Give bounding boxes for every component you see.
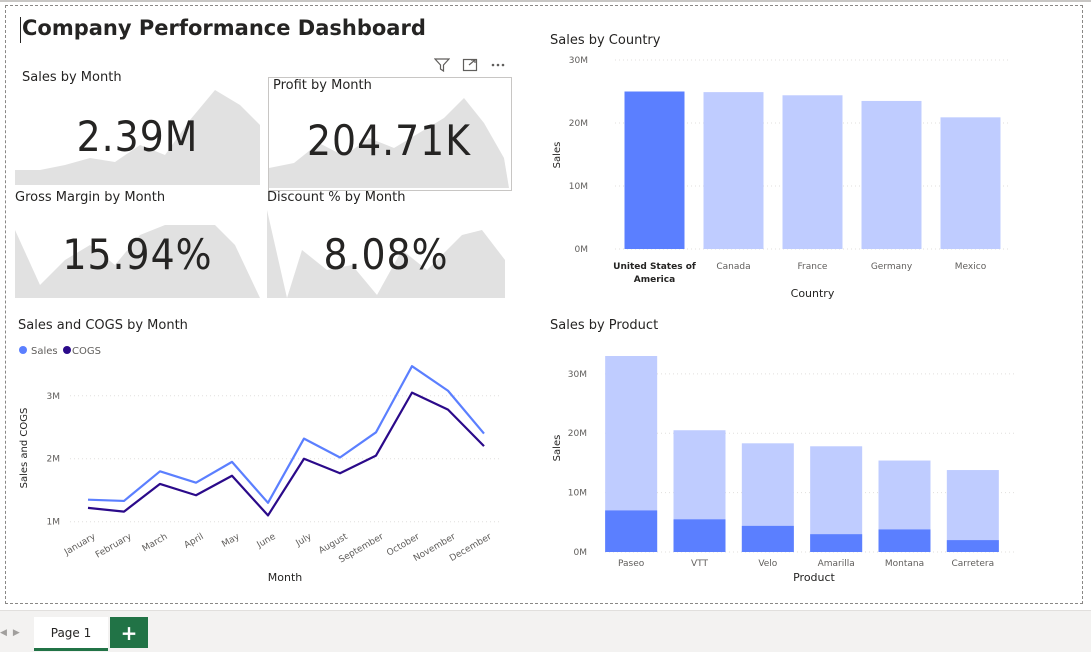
y-tick-label: 0M [575, 245, 589, 255]
x-tick-label: United States of [613, 262, 696, 272]
x-tick-label: Canada [716, 262, 750, 272]
add-page-button[interactable]: + [110, 617, 148, 648]
bar-highlight-paseo [605, 510, 658, 552]
text-cursor [20, 17, 21, 43]
top-border [0, 0, 1091, 2]
kpi-sales-title: Sales by Month [22, 70, 122, 85]
bar-highlight-amarilla [810, 534, 863, 552]
filter-icon[interactable] [432, 57, 452, 73]
x-tick-label: America [634, 275, 675, 285]
kpi-sales-card[interactable]: Sales by Month 2.39M [15, 70, 260, 185]
kpi-gross-margin-card[interactable]: Gross Margin by Month 15.94% [15, 190, 260, 298]
product-chart-title: Sales by Product [550, 318, 659, 333]
kpi-discount-card[interactable]: Discount % by Month 8.08% [267, 190, 505, 298]
sales-by-country-chart[interactable]: 0M 10M 20M 30M United States of America Canada… [540, 50, 1040, 305]
focus-mode-icon[interactable] [460, 57, 480, 73]
sales-by-product-chart[interactable]: 0M 10M 20M 30M Paseo VTT Velo Amarilla Montana Ca… [540, 340, 1040, 590]
country-chart-title: Sales by Country [550, 33, 661, 48]
kpi-profit-title: Profit by Month [273, 78, 372, 93]
x-tick-label: Germany [871, 262, 913, 272]
x-tick-label: June [255, 532, 278, 551]
x-tick-label: March [141, 532, 170, 554]
sales-cogs-line-chart[interactable]: Sales COGS 1M 2M 3M JanuaryFebruary March April… [10, 338, 510, 593]
x-tick-label: Amarilla [818, 559, 855, 569]
kpi-profit-value: 204.71K [307, 116, 471, 165]
kpi-gross-margin-title: Gross Margin by Month [15, 190, 166, 205]
legend-sales-marker [19, 346, 27, 354]
x-tick-label: April [183, 532, 206, 551]
bar-highlight-vtt [673, 519, 726, 552]
bar-carretera [946, 470, 999, 552]
x-axis-title: Month [268, 571, 303, 584]
kpi-discount-value: 8.08% [323, 230, 449, 279]
x-tick-label: France [798, 262, 828, 272]
page-tab-bar: ◀▶ Page 1 + [0, 610, 1091, 652]
y-axis-title: Sales [552, 435, 563, 462]
x-tick-label: Paseo [618, 559, 645, 569]
visual-header [432, 57, 508, 73]
series-line-cogs [87, 391, 485, 517]
y-tick-label: 30M [568, 370, 587, 380]
legend-cogs-marker [63, 346, 71, 354]
kpi-gross-margin-value: 15.94% [62, 230, 213, 279]
y-tick-label: 20M [568, 429, 587, 439]
legend-cogs-label: COGS [72, 346, 101, 357]
bar-france [782, 95, 843, 249]
x-tick-label: Carretera [951, 559, 994, 569]
y-tick-label: 10M [568, 489, 587, 499]
y-tick-label: 30M [569, 56, 588, 66]
y-tick-label: 3M [47, 392, 61, 402]
tab-page-1[interactable]: Page 1 [34, 617, 108, 651]
series-line-sales [87, 365, 485, 504]
bar-highlight-velo [741, 525, 794, 552]
bar-highlight-montana [878, 529, 931, 552]
bar-mexico [940, 117, 1001, 249]
line-chart-title: Sales and COGS by Month [18, 318, 188, 333]
report-title[interactable]: Company Performance Dashboard [22, 16, 426, 40]
kpi-discount-title: Discount % by Month [267, 190, 406, 205]
y-axis-title: Sales and COGS [19, 408, 30, 489]
more-options-icon[interactable] [488, 57, 508, 73]
bar-highlight-carretera [946, 540, 999, 552]
bar-germany [861, 100, 922, 249]
y-tick-label: 10M [569, 182, 588, 192]
x-tick-label: July [294, 532, 314, 550]
x-tick-label: Mexico [955, 262, 987, 272]
x-tick-label: May [220, 532, 242, 550]
x-tick-label: VTT [691, 559, 708, 569]
x-tick-label: January [62, 532, 98, 559]
y-tick-label: 0M [574, 548, 588, 558]
x-tick-label: February [94, 532, 134, 561]
y-axis-title: Sales [552, 142, 563, 169]
x-axis-title: Product [793, 571, 835, 584]
y-tick-label: 1M [47, 518, 61, 528]
x-axis-title: Country [791, 287, 835, 300]
y-tick-label: 20M [569, 119, 588, 129]
bar-canada [703, 92, 764, 249]
x-tick-label: Velo [758, 559, 777, 569]
page-nav-arrows[interactable]: ◀▶ [0, 628, 26, 638]
legend-sales-label: Sales [31, 346, 58, 357]
x-tick-label: Montana [885, 559, 924, 569]
kpi-profit-card[interactable]: Profit by Month 204.71K [269, 78, 509, 188]
bar-united-states-of-america [624, 91, 685, 249]
y-tick-label: 2M [47, 455, 61, 465]
kpi-sales-value: 2.39M [76, 112, 199, 161]
